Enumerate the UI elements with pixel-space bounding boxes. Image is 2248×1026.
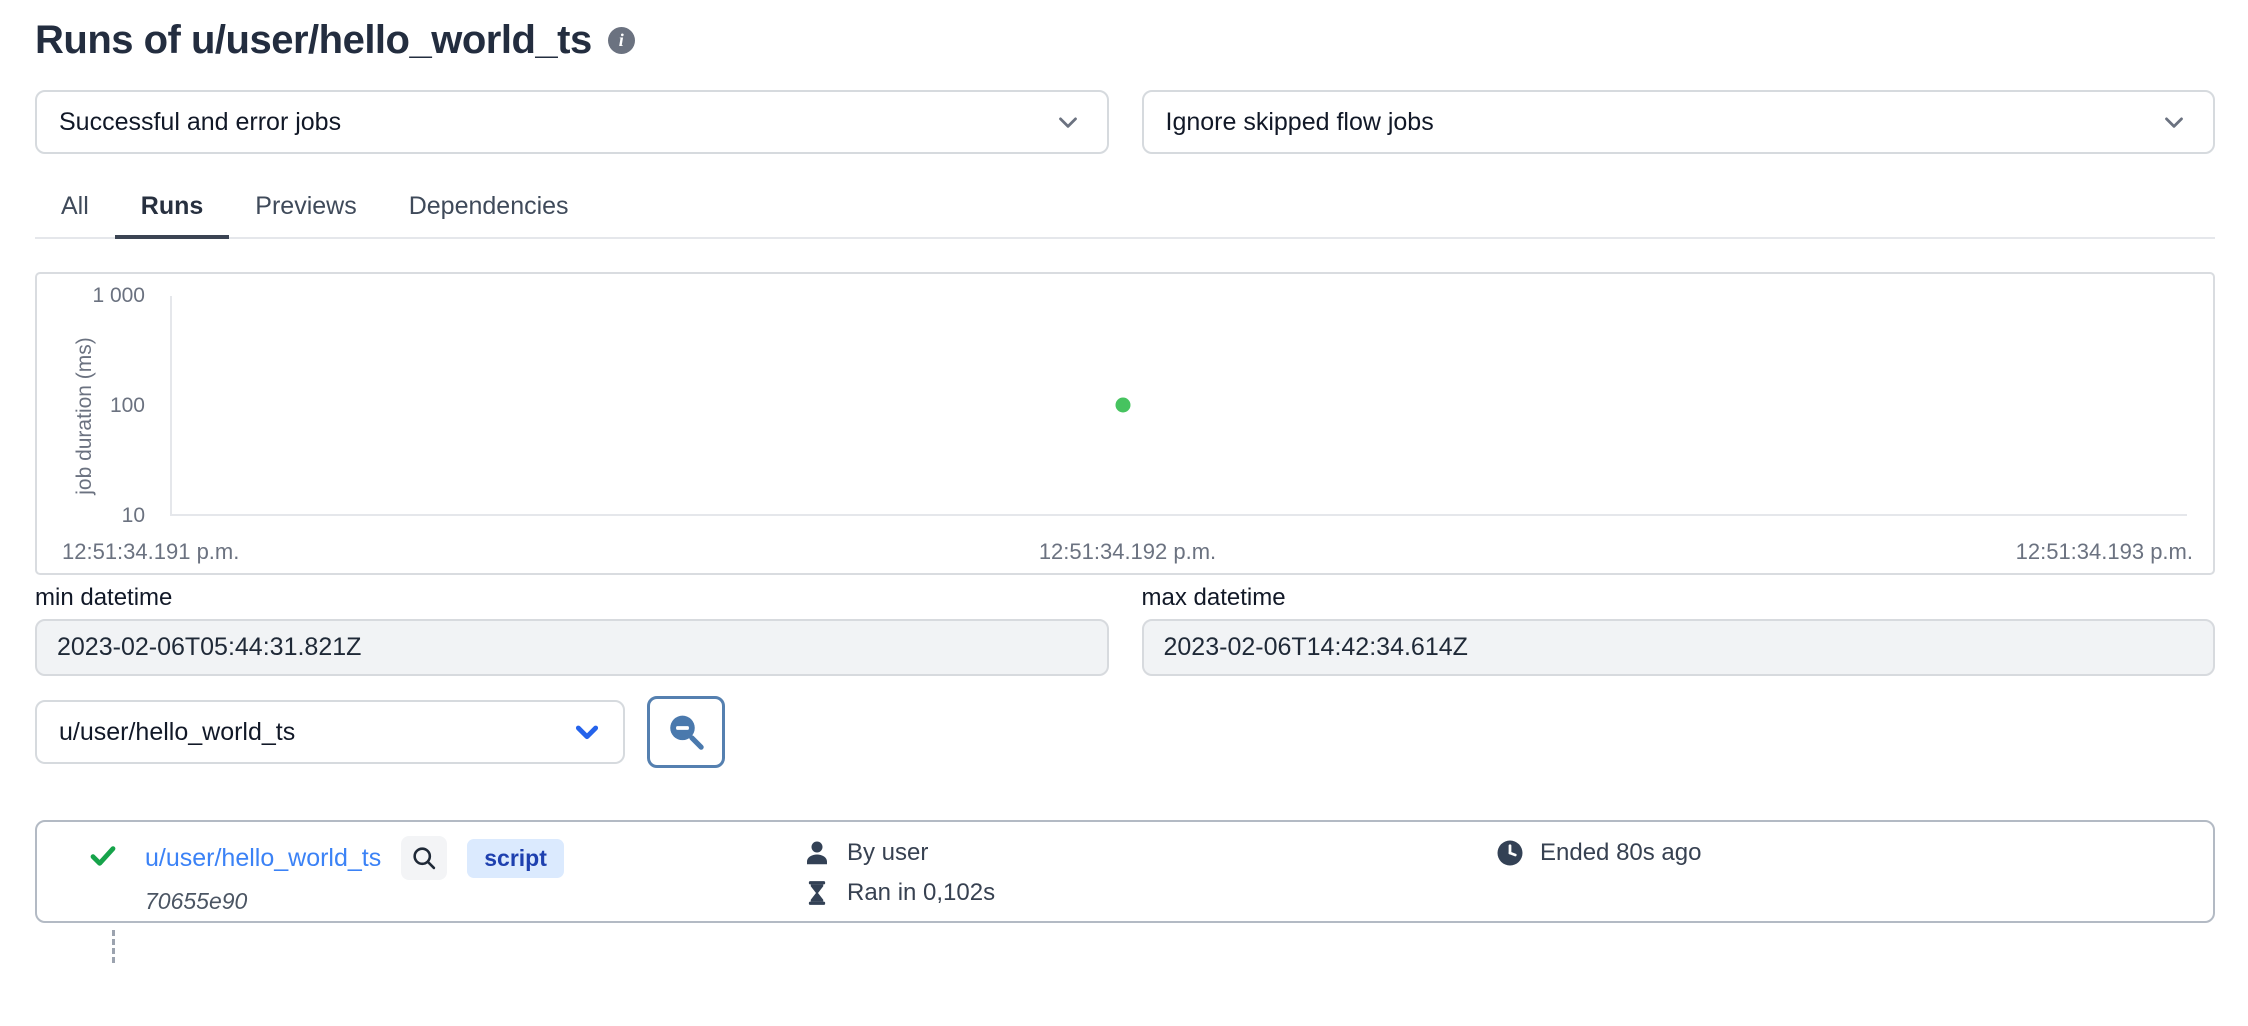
run-row[interactable]: u/user/hello_world_ts script 70655e90 By… [35,820,2215,923]
search-icon [665,711,707,753]
run-meta-column: By user Ran in 0,102s [802,834,995,912]
tab-runs[interactable]: Runs [115,180,230,239]
duration-chart[interactable]: job duration (ms) 1 000 100 10 12:51:34.… [35,272,2215,575]
script-picker-row: u/user/hello_world_ts [35,696,2215,768]
filter-row: Successful and error jobs Ignore skipped… [35,90,2215,154]
timeline-connector [112,930,115,963]
run-main: u/user/hello_world_ts script 70655e90 [87,836,564,915]
runs-page: Runs of u/user/hello_world_ts i Successf… [0,0,2248,963]
x-tick-left: 12:51:34.191 p.m. [62,539,239,565]
chart-data-point[interactable] [1115,398,1130,413]
max-datetime-label: max datetime [1142,584,2216,612]
run-ended-text: Ended 80s ago [1540,839,1701,867]
run-title-line: u/user/hello_world_ts script [145,836,564,880]
tab-all[interactable]: All [35,180,115,239]
tab-bar: All Runs Previews Dependencies [35,180,2215,239]
min-datetime-label: min datetime [35,584,1109,612]
success-check-icon [87,836,119,915]
tab-dependencies[interactable]: Dependencies [383,180,595,239]
page-header: Runs of u/user/hello_world_ts i [35,14,2215,66]
magnifier-icon [410,844,438,872]
job-kind-badge: script [467,839,564,878]
chevron-down-icon [2159,107,2189,137]
chevron-down-icon [571,716,603,748]
skipped-flow-select[interactable]: Ignore skipped flow jobs [1142,90,2216,154]
info-icon[interactable]: i [608,27,635,54]
max-datetime-input[interactable] [1142,619,2216,676]
run-path-link[interactable]: u/user/hello_world_ts [145,844,381,873]
min-datetime-group: min datetime [35,584,1109,676]
page-title: Runs of u/user/hello_world_ts [35,18,592,63]
tab-previews[interactable]: Previews [229,180,382,239]
run-by-text: By user [847,839,928,867]
run-title-block: u/user/hello_world_ts script 70655e90 [145,836,564,915]
script-path-select-value: u/user/hello_world_ts [59,718,295,747]
x-tick-center: 12:51:34.192 p.m. [1039,539,1216,565]
run-id: 70655e90 [145,888,564,915]
run-ended-column: Ended 80s ago [1495,834,1701,872]
chevron-down-icon [1053,107,1083,137]
min-datetime-input[interactable] [35,619,1109,676]
search-runs-button[interactable] [647,696,725,768]
script-path-select[interactable]: u/user/hello_world_ts [35,700,625,764]
chart-x-axis: 12:51:34.191 p.m. 12:51:34.192 p.m. 12:5… [62,539,2193,565]
datetime-filter-row: min datetime max datetime [35,584,2215,676]
user-icon [802,838,832,868]
run-duration-text: Ran in 0,102s [847,879,995,907]
inspect-run-button[interactable] [401,836,447,880]
clock-icon [1495,838,1525,868]
max-datetime-group: max datetime [1142,584,2216,676]
hourglass-icon [802,878,832,908]
chart-dot-layer [62,296,2183,516]
run-by-row: By user [802,834,995,872]
run-ended-row: Ended 80s ago [1495,834,1701,872]
skipped-flow-select-value: Ignore skipped flow jobs [1166,108,1434,137]
run-duration-row: Ran in 0,102s [802,874,995,912]
job-status-select[interactable]: Successful and error jobs [35,90,1109,154]
x-tick-right: 12:51:34.193 p.m. [2016,539,2193,565]
job-status-select-value: Successful and error jobs [59,108,341,137]
